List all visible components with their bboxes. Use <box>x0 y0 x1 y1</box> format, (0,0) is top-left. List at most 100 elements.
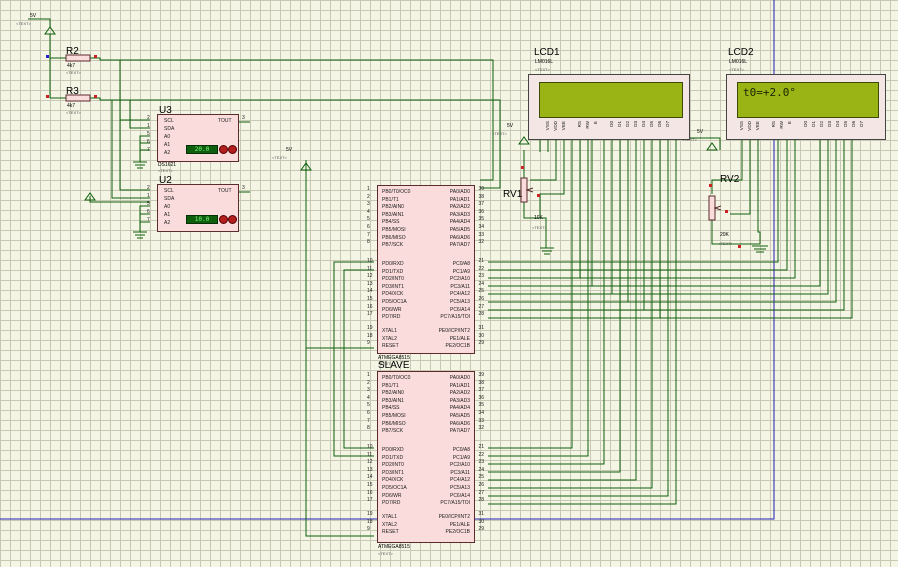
u2-up-button[interactable] <box>228 215 237 224</box>
mcu-slave-pin-right: PA4/AD4 <box>449 405 470 412</box>
u3-down-button[interactable] <box>219 145 228 154</box>
rv2-ref[interactable]: RV2 <box>720 175 739 185</box>
u3-pin-a1: A1 <box>164 142 171 148</box>
mcu-master-pin-right: PE0/ICP/INT2 <box>438 328 470 334</box>
rv2-value: 20K <box>720 232 729 238</box>
u3-pin-scl: SCL <box>164 118 174 124</box>
mcu-master-pin-left: PD7/RD <box>382 314 401 321</box>
mcu-slave-pin-left: PB3/AIN1 <box>382 397 404 404</box>
r2-text: <TEXT> <box>66 70 81 75</box>
mcu-slave-pin-left: PD1/TXD <box>382 454 404 461</box>
lcd1-pin-rs: RS <box>577 121 582 128</box>
u3-temp-display: 20.0 <box>186 145 218 154</box>
mcu-slave-pinnum-right: 39 <box>478 372 484 378</box>
lcd1-pin-vss: VSS <box>545 121 550 131</box>
u2-pin-a0: A0 <box>164 204 171 210</box>
mcu-master-pinnum-left: 10 <box>367 258 373 264</box>
lcd2-body[interactable]: t0=+2.0° VSS VDD VEE RS RW E D0 D1 D2 D3… <box>726 74 886 140</box>
mcu-master-pin-left: PD5/OC1A <box>382 299 407 305</box>
mcu-master-pin-right: PA1/AD1 <box>449 196 470 203</box>
mcu-slave-pinnum-right: 23 <box>478 459 484 466</box>
mcu-slave-pinnum-right: 31 <box>478 511 484 517</box>
mcu-slave-pinnum-right: 22 <box>478 451 484 458</box>
lcd1-pin-d2: D2 <box>625 121 630 127</box>
mcu-slave-pin-left: PD6/WR <box>382 492 402 499</box>
mcu-slave-pin-right: PA0/AD0 <box>449 375 470 381</box>
mcu-slave-pinnum-left: 13 <box>367 466 373 473</box>
mcu-slave-pin-left: RESET <box>382 529 399 536</box>
lcd2-ref[interactable]: LCD2 <box>728 48 754 58</box>
mcu-master-pin-left: PB4/SS <box>382 219 400 226</box>
mcu-slave-pinnum-right: 38 <box>478 379 484 386</box>
mcu-slave-pinnum-left: 19 <box>367 511 373 517</box>
mcu-master-pinnum-right: 22 <box>478 265 484 272</box>
lcd2-pin-d3: D3 <box>827 121 832 127</box>
mcu-master-pin-left: PB5/MOSI <box>382 227 406 233</box>
mcu-slave-pin-left: PB6/MISO <box>382 420 406 427</box>
lcd2-pin-d5: D5 <box>843 121 848 127</box>
mcu-master-pin-right: PA7/AD7 <box>449 242 470 249</box>
lcd1-pin-d7: D7 <box>665 121 670 127</box>
mcu-slave-pinnum-left: 4 <box>367 394 370 401</box>
u3-pin-a0: A0 <box>164 134 171 140</box>
u2-pinnum-1: 2 <box>147 185 150 191</box>
mcu-master-pin-right: PC7/A15/TOI <box>440 314 470 321</box>
u3-pinnum-5: 7 <box>147 147 150 153</box>
mcu-slave-pin-left: PD3/INT1 <box>382 469 404 476</box>
lcd2-pin-d7: D7 <box>859 121 864 127</box>
mcu-slave-pinnum-right: 27 <box>478 489 484 496</box>
mcu-slave-pinnum-left: 16 <box>367 489 373 496</box>
u2-pin-tout: TOUT <box>218 188 232 194</box>
u2-body[interactable]: SCL SDA A0 A1 A2 TOUT 10.0 <box>157 184 239 232</box>
mcu-master-pinnum-left: 7 <box>367 231 370 238</box>
lcd1-pin-d4: D4 <box>641 121 646 127</box>
mcu-master-pin-right: PA3/AD3 <box>449 211 470 218</box>
mcu-master-pinnum-right: 21 <box>478 258 484 264</box>
lcd1-text: <TEXT> <box>535 67 550 72</box>
lcd2-pin-rw: RW <box>779 121 784 129</box>
mcu-slave-pin-right: PC6/A14 <box>449 492 470 499</box>
mcu-master-pinnum-right: 36 <box>478 208 484 215</box>
u3-body[interactable]: SCL SDA A0 A1 A2 TOUT 20.0 <box>157 114 239 162</box>
lcd1-ref[interactable]: LCD1 <box>534 48 560 58</box>
mcu-master-pinnum-right: 32 <box>478 239 484 246</box>
mcu-slave-pin-right: PC4/A12 <box>449 477 470 484</box>
mcu-slave-pin-right: PE0/ICP/INT2 <box>438 514 470 520</box>
mcu-master-pin-left: PB0/T0/OC0 <box>382 189 411 195</box>
lcd1-body[interactable]: VSS VDD VEE RS RW E D0 D1 D2 D3 D4 D5 D6… <box>528 74 690 140</box>
lcd1-screen <box>539 82 683 118</box>
lcd2-pin-d2: D2 <box>819 121 824 127</box>
u3-pinnum-3: 5 <box>147 131 150 137</box>
lcd1-pin-rw: RW <box>585 121 590 129</box>
mcu-master-pinnum-right: 33 <box>478 231 484 238</box>
mcu-slave-pinnum-left: 1 <box>367 372 370 378</box>
mcu-slave-label: SLAVE <box>378 360 410 371</box>
mcu-slave-pinnum-left: 17 <box>367 497 373 504</box>
mcu-slave-pin-right: PA6/AD6 <box>449 420 470 427</box>
mcu-slave-pinnum-left: 10 <box>367 444 373 450</box>
r2-ref[interactable]: R2 <box>66 47 79 57</box>
u2-down-button[interactable] <box>219 215 228 224</box>
mcu-slave-body[interactable]: PB0/T0/OC0 1 PB1/T1 2 PB2/AIN0 3 PB3/AIN1 4 PB4/… <box>367 371 484 543</box>
rv1-ref[interactable]: RV1 <box>503 190 522 200</box>
mcu-slave-pinnum-right: 29 <box>478 526 484 533</box>
mcu-slave-pin-right: PC3/A11 <box>450 469 470 476</box>
lcd2-part: LM016L <box>729 59 748 65</box>
mcu-slave-text: <TEXT> <box>378 551 393 556</box>
lcd2-screen: t0=+2.0° <box>737 82 879 118</box>
mcu-master-pinnum-left: 8 <box>367 239 370 246</box>
mcu-master-body[interactable]: PB0/T0/OC0 1 PB1/T1 2 PB2/AIN0 3 PB3/AIN1 4 PB4/… <box>367 185 484 354</box>
mcu-master-pin-left: RESET <box>382 343 399 350</box>
mcu-slave-pinnum-left: 6 <box>367 410 370 416</box>
supply-label-1: 5V <box>30 13 37 19</box>
mcu-master-pin-left: PB2/AIN0 <box>382 204 404 211</box>
mcu-master-pin-right: PE2/OC1B <box>445 343 470 350</box>
mcu-master-pinnum-left: 13 <box>367 280 373 287</box>
u3-up-button[interactable] <box>228 145 237 154</box>
lcd2-pin-vss: VSS <box>739 121 744 131</box>
mcu-slave-pinnum-left: 3 <box>367 387 370 394</box>
lcd2-pin-d1: D1 <box>811 121 816 127</box>
mcu-slave-pin-right: PA5/AD5 <box>449 413 470 419</box>
r3-ref[interactable]: R3 <box>66 87 79 97</box>
mcu-slave-pin-right: PC5/A13 <box>449 485 470 491</box>
